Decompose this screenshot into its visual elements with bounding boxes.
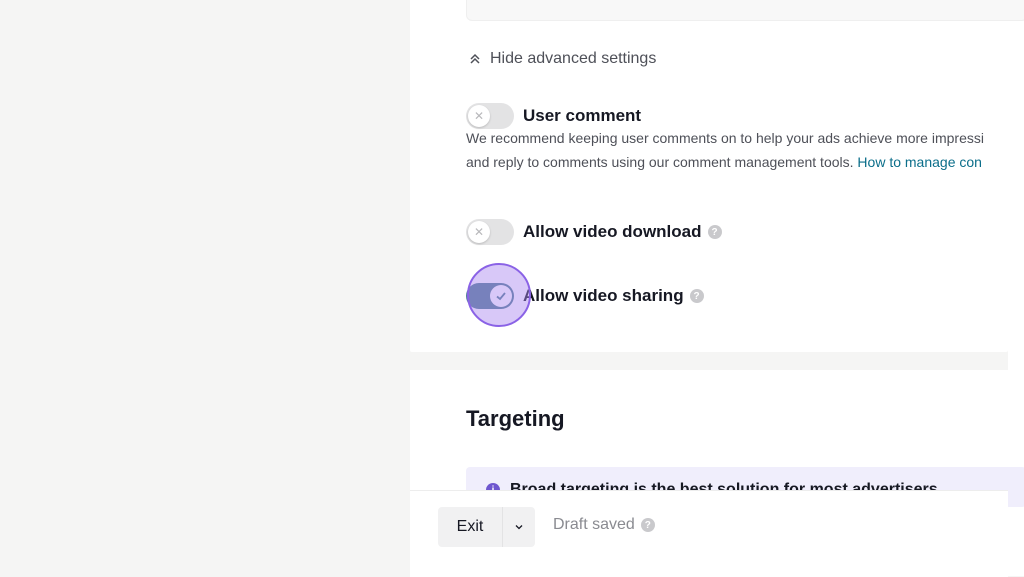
draft-status-text: Draft saved [553,516,635,533]
close-icon: ✕ [473,225,485,239]
exit-button-group: Exit [438,507,535,547]
user-comment-label: User comment [523,106,641,126]
targeting-card: Targeting i Broad targeting is the best … [410,370,1024,507]
description-line-2-text: and reply to comments using our comment … [466,154,854,170]
manage-comments-link[interactable]: How to manage con [857,154,982,170]
toggle-knob [490,285,512,307]
video-download-toggle[interactable]: ✕ [466,219,514,245]
draft-status: Draft saved ? [553,516,655,534]
targeting-title: Targeting [466,406,565,431]
toggle-knob: ✕ [468,105,490,127]
footer-bar: Exit Draft saved ? [410,490,1008,577]
help-icon[interactable]: ? [640,518,655,532]
exit-button[interactable]: Exit [438,507,503,547]
video-download-label: Allow video download ? [523,222,722,242]
check-icon [496,292,506,301]
hide-advanced-settings-toggle[interactable]: Hide advanced settings [468,50,656,68]
previous-field-box [466,0,1024,21]
video-sharing-toggle[interactable] [466,283,514,309]
ad-settings-card: Hide advanced settings ✕ User comment We… [410,0,1024,352]
video-download-text: Allow video download [523,222,702,241]
help-icon[interactable]: ? [689,289,704,303]
close-icon: ✕ [473,109,485,123]
user-comment-description: We recommend keeping user comments on to… [466,126,1024,174]
hide-advanced-settings-label: Hide advanced settings [490,50,657,67]
chevron-down-icon [515,525,523,530]
description-line-1: We recommend keeping user comments on to… [466,130,984,146]
double-chevron-up-icon [470,53,480,64]
description-line-2: and reply to comments using our comment … [466,150,1024,174]
toggle-knob: ✕ [468,221,490,243]
help-icon[interactable]: ? [707,225,722,239]
exit-dropdown-button[interactable] [503,507,535,547]
user-comment-text: User comment [523,106,642,125]
video-sharing-label: Allow video sharing ? [523,286,704,306]
video-sharing-text: Allow video sharing [523,286,684,305]
